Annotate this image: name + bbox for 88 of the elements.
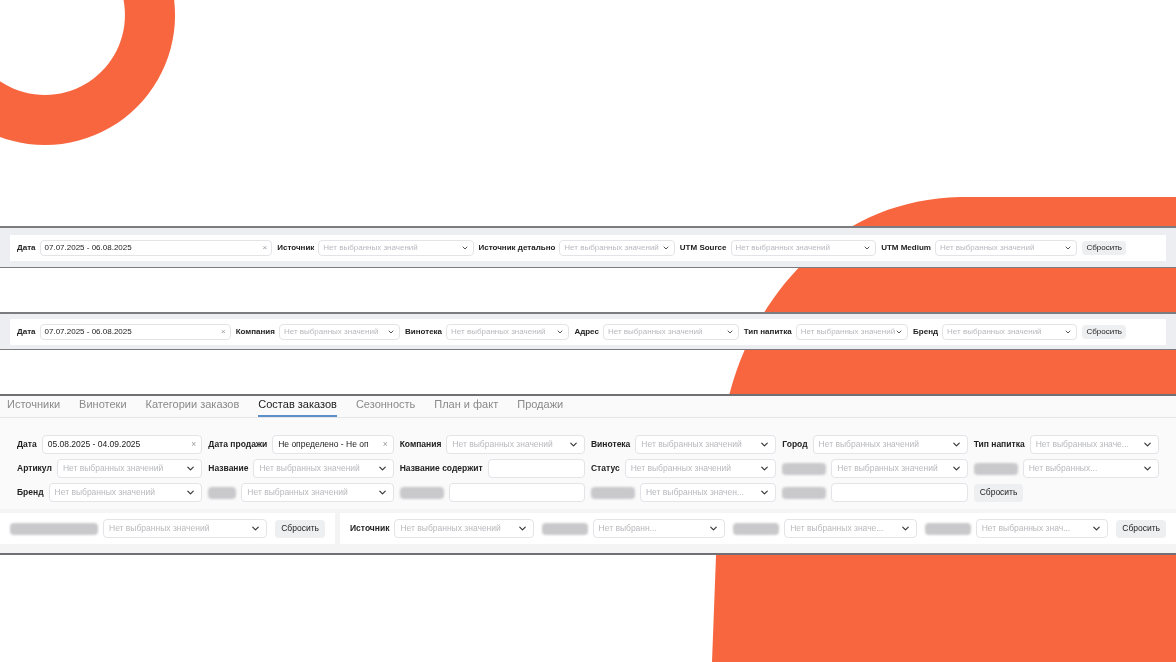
select-field[interactable]: Нет выбранных значений [795, 323, 909, 340]
filter-label: Дата [17, 241, 36, 254]
chevron-icon [1142, 439, 1153, 450]
select-field[interactable]: Нет выбранных значе... [1029, 435, 1159, 454]
select-field[interactable]: Нет выбранных значений [559, 239, 675, 256]
filter-label: Тип напитка [743, 325, 792, 338]
filter-label: Название [208, 462, 249, 475]
select-field[interactable]: Нет выбранных значений [602, 323, 739, 340]
select-field[interactable]: Нет выбранных значений [635, 435, 777, 454]
filter-label: Название содержит [399, 462, 483, 475]
chevron-icon [250, 523, 262, 534]
filter-label: Компания [399, 438, 442, 451]
reset-button[interactable]: Сбросить [275, 519, 325, 538]
chevron-icon [1091, 523, 1103, 534]
select-field[interactable]: Нет выбранных... [1022, 459, 1159, 478]
filter-label: Дата [17, 438, 37, 451]
date-range-field[interactable]: 05.08.2025 - 04.09.2025 × [41, 435, 203, 454]
chevron-icon [759, 463, 771, 474]
select-field[interactable]: Нет выбранных знач... [975, 519, 1109, 538]
tab[interactable]: Винотеки [79, 395, 127, 417]
select-field[interactable]: Нет выбранных значений [318, 239, 474, 256]
filter-label: Источник детально [478, 241, 556, 254]
select-field[interactable]: Нет выбранных значений [253, 459, 394, 478]
chevron-icon [568, 439, 579, 450]
filter-label: Винотека [591, 438, 631, 451]
input-field[interactable] [831, 483, 968, 502]
filter-label: UTM Source [679, 241, 727, 254]
tab[interactable]: Категории заказов [145, 395, 240, 417]
chevron-icon [950, 463, 962, 474]
filter-label: UTM Medium [881, 241, 931, 254]
select-field[interactable]: Нет выбранных значений [48, 483, 203, 502]
select-field[interactable]: Нет выбранных значений [394, 519, 534, 538]
filter-label: Компания [235, 325, 275, 338]
select-field[interactable]: Нет выбранных значен... [640, 483, 777, 502]
filter-label: Дата [17, 325, 36, 338]
filter-label: Винотека [405, 325, 443, 338]
clear-icon[interactable]: × [221, 327, 226, 336]
select-field[interactable]: Нет выбранных значений [278, 323, 400, 340]
select-field[interactable]: Нет выбранных значений [56, 459, 203, 478]
select-field[interactable]: Нет выбранных значений [103, 519, 268, 538]
chevron-icon [185, 463, 197, 474]
reset-button[interactable]: Сбросить [1082, 324, 1126, 339]
chevron-icon [516, 523, 528, 534]
input-field[interactable] [448, 483, 585, 502]
filter-label: Бренд [17, 486, 44, 499]
select-field[interactable]: Нет выбранных значений [812, 435, 968, 454]
chevron-icon [759, 439, 771, 450]
reset-button[interactable]: Сбросить [1082, 240, 1126, 255]
filter-label: Источник [277, 241, 315, 254]
clear-icon[interactable]: × [382, 440, 388, 449]
date-range-field[interactable]: 07.07.2025 - 06.08.2025 × [39, 323, 231, 340]
input-field[interactable] [487, 459, 585, 478]
clear-icon[interactable]: × [191, 440, 197, 449]
filter-label: Статус [591, 462, 620, 475]
select-field[interactable]: Нет выбранных значений [942, 323, 1078, 340]
select-field[interactable]: Нет выбранных значений [831, 459, 968, 478]
chevron-icon [1142, 463, 1153, 474]
select-field[interactable]: Нет выбранных значений [624, 459, 777, 478]
select-field[interactable]: Нет выбранных значений [241, 483, 394, 502]
select-field[interactable]: Нет выбранн... [592, 519, 726, 538]
tab[interactable]: План и факт [434, 395, 499, 417]
chevron-icon [708, 523, 720, 534]
date-range-field[interactable]: 07.07.2025 - 06.08.2025 × [39, 239, 273, 256]
select-field[interactable]: Нет выбранных значений [934, 239, 1078, 256]
chevron-icon [759, 487, 771, 498]
filter-label: Источник [350, 522, 390, 535]
select-field[interactable]: Нет выбранных значе... [784, 519, 917, 538]
select-field[interactable]: Нет выбранных значений [446, 435, 585, 454]
tab[interactable]: Источники [7, 395, 61, 417]
select-field[interactable]: Нет выбранных значений [730, 239, 877, 256]
chevron-icon [185, 487, 197, 498]
filter-label: Дата продажи [208, 438, 268, 451]
tab[interactable]: Продажи [517, 395, 564, 417]
filter-label: Артикул [17, 462, 52, 475]
tab[interactable]: Сезонность [355, 395, 416, 417]
select-field[interactable]: Нет выбранных значений [446, 323, 570, 340]
filter-label: Адрес [574, 325, 599, 338]
reset-button[interactable]: Сбросить [1116, 519, 1167, 538]
clear-icon[interactable]: × [262, 243, 268, 252]
filter-label: Тип напитка [973, 438, 1025, 451]
chevron-icon [376, 463, 388, 474]
reset-button[interactable]: Сбросить [973, 483, 1024, 502]
filter-label: Бренд [913, 325, 939, 338]
filter-label: Город [782, 438, 808, 451]
date-range-field[interactable]: Не определено - Не оп × [272, 435, 394, 454]
chevron-icon [376, 487, 388, 498]
chevron-icon [899, 523, 911, 534]
chevron-icon [950, 439, 962, 450]
